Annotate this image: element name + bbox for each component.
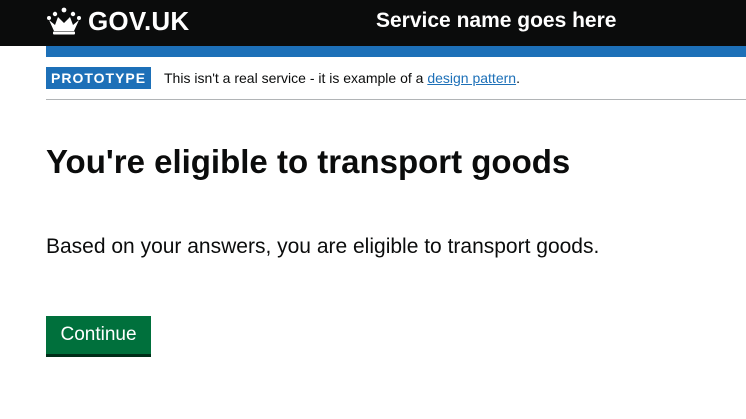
- header-blue-underline: [46, 46, 746, 57]
- phase-banner: PROTOTYPE This isn't a real service - it…: [46, 57, 746, 100]
- design-pattern-link[interactable]: design pattern: [427, 70, 516, 86]
- service-name-link[interactable]: Service name goes here: [376, 7, 616, 35]
- phase-tag: PROTOTYPE: [46, 67, 152, 89]
- continue-button[interactable]: Continue: [46, 316, 151, 354]
- logo-text: GOV.UK: [88, 6, 190, 36]
- phase-banner-text-before: This isn't a real service - it is exampl…: [164, 70, 428, 86]
- page-title: You're eligible to transport goods: [46, 143, 571, 180]
- phase-banner-text-after: .: [516, 70, 520, 86]
- result-body-text: Based on your answers, you are eligible …: [46, 235, 600, 258]
- govuk-logo-link[interactable]: GOV.UK: [46, 5, 189, 37]
- crown-icon: [46, 7, 82, 35]
- phase-banner-text: This isn't a real service - it is exampl…: [164, 69, 520, 87]
- site-header: GOV.UK Service name goes here: [0, 0, 746, 46]
